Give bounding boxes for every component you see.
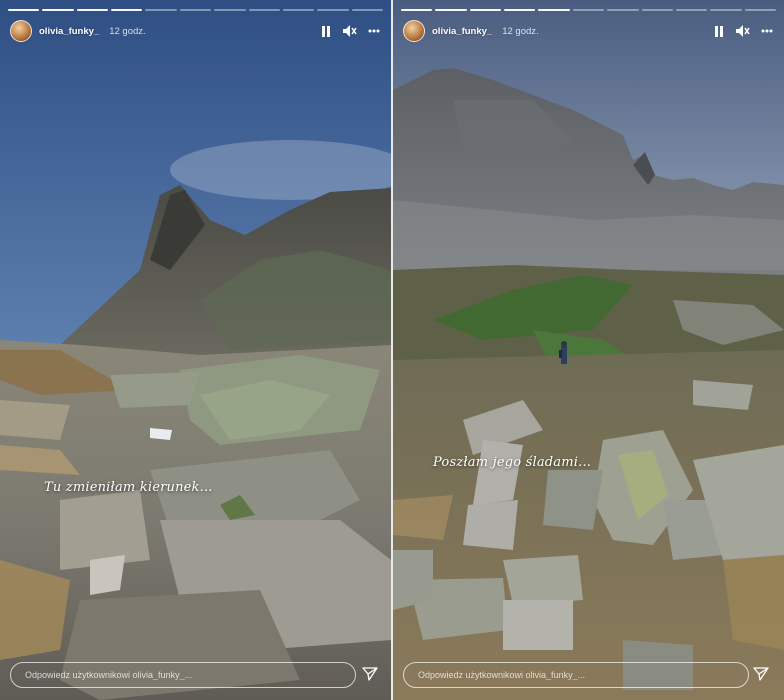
pause-icon[interactable] [319, 24, 333, 38]
trail-photo [393, 0, 784, 700]
progress-bars [401, 9, 776, 11]
paper-plane-icon[interactable] [362, 666, 378, 682]
progress-segment [317, 9, 349, 11]
progress-bars [8, 9, 383, 11]
progress-segment [675, 9, 708, 11]
post-time: 12 godz. [109, 25, 146, 37]
speaker-muted-icon[interactable] [736, 24, 750, 38]
username[interactable]: olivia_funky_ [432, 26, 492, 37]
progress-segment [504, 9, 536, 11]
reply-input[interactable] [416, 669, 748, 681]
progress-segment [641, 9, 673, 11]
story-panel-right[interactable]: olivia_funky_ 12 godz. Poszłam jego ślad… [393, 0, 784, 700]
progress-segment [401, 9, 433, 11]
progress-segment [76, 9, 109, 11]
speaker-muted-icon[interactable] [343, 24, 357, 38]
progress-segment [282, 9, 315, 11]
progress-segment [111, 9, 143, 11]
reply-input[interactable] [23, 669, 355, 681]
story-viewer: olivia_funky_ 12 godz. Tu zmieniłam kier… [0, 0, 784, 700]
avatar[interactable] [403, 20, 425, 42]
progress-segment [469, 9, 502, 11]
progress-segment [351, 9, 383, 11]
progress-segment [744, 9, 776, 11]
more-dots-icon[interactable] [760, 24, 774, 38]
progress-segment [607, 9, 639, 11]
progress-segment [572, 9, 605, 11]
progress-segment [214, 9, 246, 11]
post-time: 12 godz. [502, 25, 539, 37]
progress-segment [435, 9, 467, 11]
progress-segment [8, 9, 40, 11]
reply-field[interactable] [403, 662, 749, 688]
story-caption: Poszłam jego śladami... [433, 455, 592, 470]
mountain-photo [0, 0, 391, 700]
more-dots-icon[interactable] [367, 24, 381, 38]
progress-segment [145, 9, 177, 11]
story-panel-left[interactable]: olivia_funky_ 12 godz. Tu zmieniłam kier… [0, 0, 391, 700]
story-controls [712, 24, 774, 38]
avatar[interactable] [10, 20, 32, 42]
pause-icon[interactable] [712, 24, 726, 38]
username[interactable]: olivia_funky_ [39, 26, 99, 37]
progress-segment [42, 9, 74, 11]
story-header: olivia_funky_ 12 godz. [10, 18, 381, 44]
progress-segment [248, 9, 280, 11]
story-controls [319, 24, 381, 38]
paper-plane-icon[interactable] [753, 666, 769, 682]
story-caption: Tu zmieniłam kierunek... [44, 480, 213, 495]
story-header: olivia_funky_ 12 godz. [403, 18, 774, 44]
progress-segment [538, 9, 570, 11]
progress-segment [710, 9, 742, 11]
reply-field[interactable] [10, 662, 356, 688]
progress-segment [179, 9, 212, 11]
